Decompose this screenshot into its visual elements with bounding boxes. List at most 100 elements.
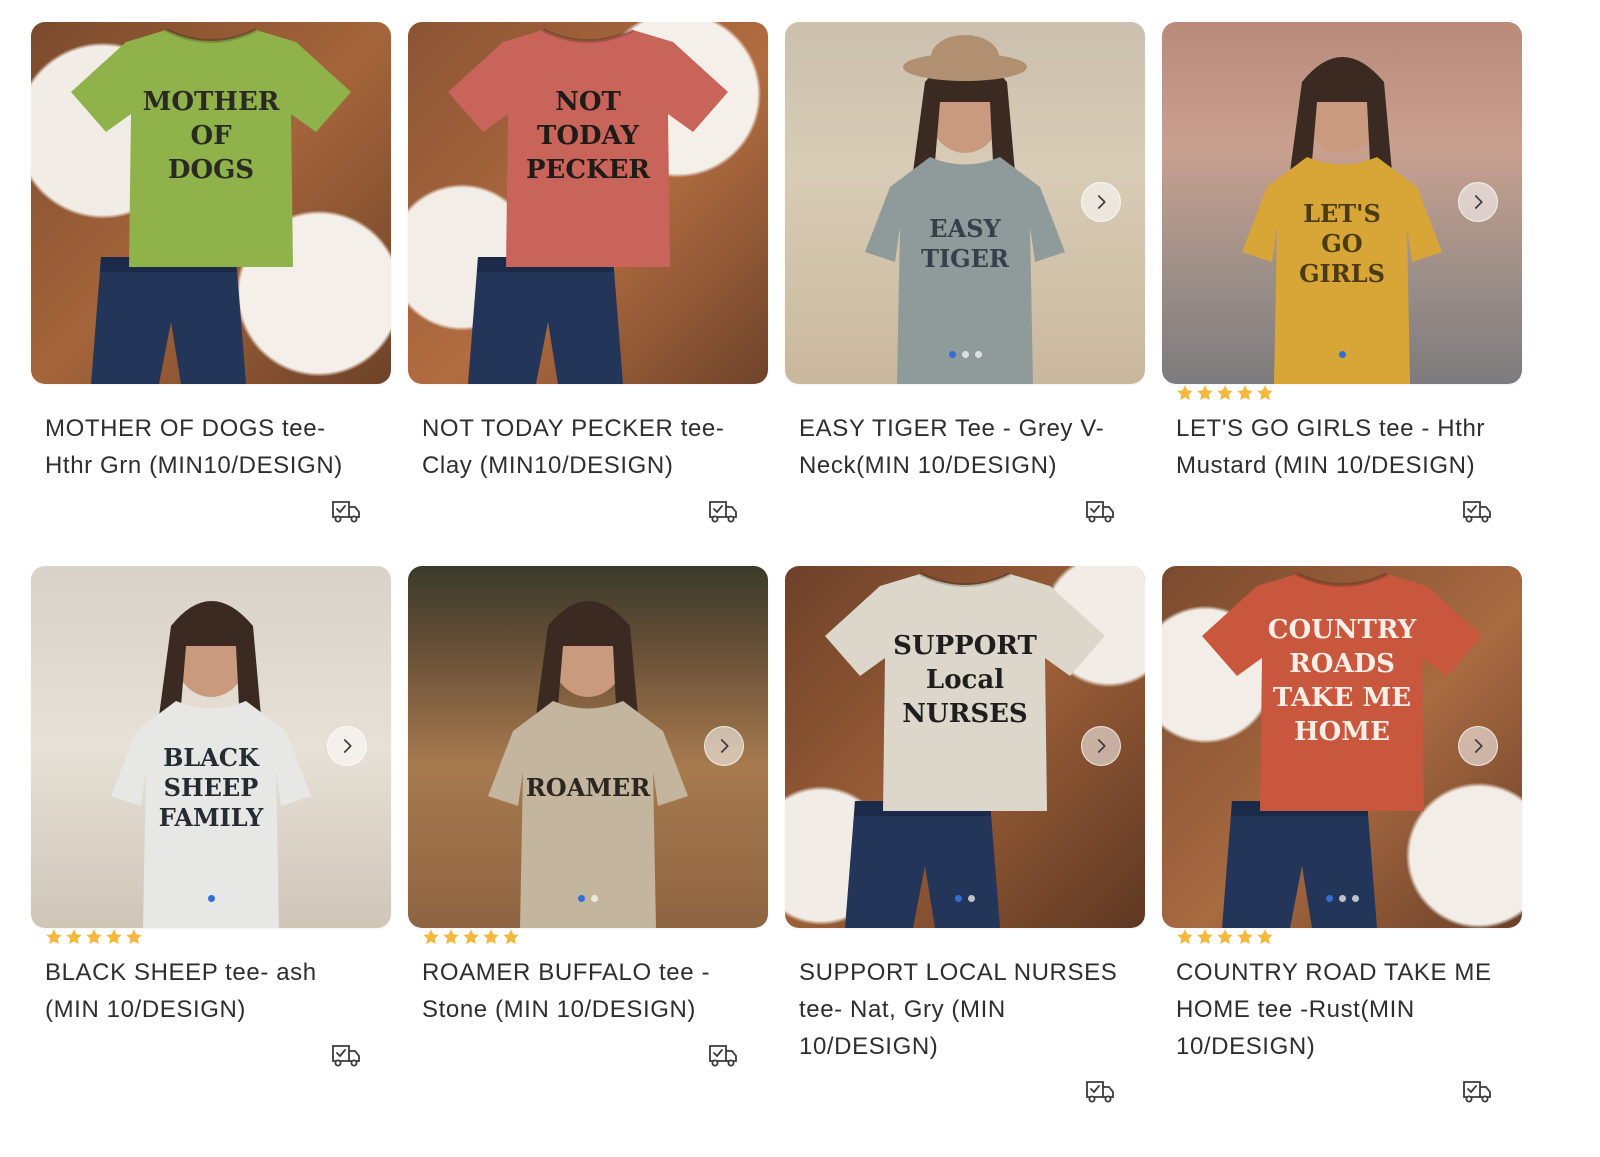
- star-icon: [105, 928, 123, 946]
- shirt-print-text: ROADS: [1289, 649, 1395, 679]
- star-icon: [1216, 928, 1234, 946]
- product-card[interactable]: LET'S GO GIRLS LET'S GO GIRLS tee - Hthr Mu…: [1162, 22, 1522, 523]
- carousel-dots: [31, 895, 391, 902]
- carousel-dot[interactable]: [1338, 351, 1346, 358]
- free-shipping-truck-icon[interactable]: [1085, 1078, 1115, 1104]
- carousel-dot[interactable]: [1351, 895, 1359, 902]
- shirt-print-text: OF: [190, 121, 232, 151]
- shirt-print-text: MOTHER: [143, 87, 280, 117]
- product-image[interactable]: COUNTRY ROADS TAKE ME HOME: [1162, 566, 1522, 928]
- carousel-dots: [408, 895, 768, 902]
- shirt-print-text: TIGER: [921, 244, 1010, 273]
- tshirt-graphic: NOT TODAY PECKER: [448, 28, 728, 384]
- product-image[interactable]: EASY TIGER: [785, 22, 1145, 384]
- next-image-button[interactable]: [704, 726, 744, 766]
- product-card[interactable]: NOT TODAY PECKER NOT TODAY PECKER tee- Clay…: [408, 22, 768, 523]
- carousel-dots: [1162, 351, 1522, 358]
- chevron-right-icon: [343, 739, 352, 753]
- star-icon: [125, 928, 143, 946]
- star-icon: [1256, 384, 1274, 402]
- star-icon: [1216, 384, 1234, 402]
- free-shipping-truck-icon[interactable]: [331, 498, 361, 524]
- product-title[interactable]: SUPPORT LOCAL NURSES tee- Nat, Gry (MIN …: [799, 954, 1129, 1065]
- carousel-dots: [785, 351, 1145, 358]
- free-shipping-truck-icon[interactable]: [708, 498, 738, 524]
- carousel-dot[interactable]: [207, 895, 215, 902]
- free-shipping-truck-icon[interactable]: [1462, 1078, 1492, 1104]
- product-card[interactable]: BLACK SHEEP FAMILY BLACK SHEEP tee- ash (MI…: [31, 566, 391, 1067]
- star-icon: [85, 928, 103, 946]
- star-icon: [502, 928, 520, 946]
- star-icon: [442, 928, 460, 946]
- chevron-right-icon: [1474, 195, 1483, 209]
- product-title[interactable]: EASY TIGER Tee - Grey V-Neck(MIN 10/DESI…: [799, 410, 1129, 484]
- star-icon: [1176, 384, 1194, 402]
- shirt-print-text: DOGS: [168, 155, 254, 185]
- chevron-right-icon: [1474, 739, 1483, 753]
- free-shipping-truck-icon[interactable]: [1085, 498, 1115, 524]
- carousel-dots: [785, 895, 1145, 902]
- star-rating: [1176, 928, 1274, 948]
- star-rating: [422, 928, 520, 948]
- carousel-dot[interactable]: [1325, 895, 1333, 902]
- next-image-button[interactable]: [1458, 182, 1498, 222]
- tshirt-graphic: MOTHER OF DOGS: [71, 28, 351, 384]
- shirt-print-text: SHEEP: [164, 773, 259, 802]
- product-image[interactable]: LET'S GO GIRLS: [1162, 22, 1522, 384]
- next-image-button[interactable]: [1081, 182, 1121, 222]
- product-image[interactable]: BLACK SHEEP FAMILY: [31, 566, 391, 928]
- chevron-right-icon: [720, 739, 729, 753]
- next-image-button[interactable]: [1081, 726, 1121, 766]
- product-title[interactable]: COUNTRY ROAD TAKE ME HOME tee -Rust(MIN …: [1176, 954, 1506, 1065]
- star-rating: [45, 928, 143, 948]
- free-shipping-truck-icon[interactable]: [708, 1042, 738, 1068]
- star-icon: [1196, 384, 1214, 402]
- carousel-dot[interactable]: [591, 895, 598, 902]
- product-title[interactable]: BLACK SHEEP tee- ash (MIN 10/DESIGN): [45, 954, 375, 1028]
- star-icon: [462, 928, 480, 946]
- product-title[interactable]: LET'S GO GIRLS tee - Hthr Mustard (MIN 1…: [1176, 410, 1506, 484]
- carousel-dot[interactable]: [578, 895, 585, 902]
- free-shipping-truck-icon[interactable]: [1462, 498, 1492, 524]
- shirt-print-text: HOME: [1294, 717, 1390, 747]
- star-icon: [1176, 928, 1194, 946]
- carousel-dot[interactable]: [955, 895, 962, 902]
- product-image[interactable]: ROAMER: [408, 566, 768, 928]
- star-icon: [45, 928, 63, 946]
- shirt-print-text: COUNTRY: [1268, 615, 1417, 645]
- product-card[interactable]: ROAMER ROAMER BUFFALO tee - Stone (MIN 10…: [408, 566, 768, 1067]
- shirt-print-text: GIRLS: [1299, 259, 1385, 288]
- shirt-print-text: NOT: [555, 87, 621, 117]
- shirt-print-text: LET'S: [1303, 199, 1381, 228]
- shirt-print-text: PECKER: [526, 155, 650, 185]
- star-icon: [1196, 928, 1214, 946]
- star-icon: [422, 928, 440, 946]
- chevron-right-icon: [1097, 739, 1106, 753]
- carousel-dot[interactable]: [968, 895, 975, 902]
- next-image-button[interactable]: [327, 726, 367, 766]
- product-image[interactable]: MOTHER OF DOGS: [31, 22, 391, 384]
- free-shipping-truck-icon[interactable]: [331, 1042, 361, 1068]
- carousel-dots: [1162, 895, 1522, 902]
- carousel-dot[interactable]: [1338, 895, 1346, 902]
- star-icon: [1236, 384, 1254, 402]
- star-icon: [1236, 928, 1254, 946]
- shirt-print-text: SUPPORT: [893, 631, 1037, 661]
- product-card[interactable]: MOTHER OF DOGS MOTHER OF DOGS tee- Hthr Grn…: [31, 22, 391, 523]
- product-title[interactable]: NOT TODAY PECKER tee- Clay (MIN10/DESIGN…: [422, 410, 752, 484]
- product-title[interactable]: ROAMER BUFFALO tee - Stone (MIN 10/DESIG…: [422, 954, 752, 1028]
- carousel-dot[interactable]: [948, 351, 956, 358]
- product-image[interactable]: NOT TODAY PECKER: [408, 22, 768, 384]
- shirt-print-text: BLACK: [163, 743, 260, 772]
- product-card[interactable]: COUNTRY ROADS TAKE ME HOME COUNTRY ROAD TAKE…: [1162, 566, 1522, 1103]
- star-icon: [1256, 928, 1274, 946]
- star-rating: [1176, 384, 1274, 404]
- product-card[interactable]: SUPPORT Local NURSES SUPPORT LOCAL NURSES t…: [785, 566, 1145, 1103]
- carousel-dot[interactable]: [961, 351, 969, 358]
- carousel-dot[interactable]: [974, 351, 982, 358]
- product-title[interactable]: MOTHER OF DOGS tee- Hthr Grn (MIN10/DESI…: [45, 410, 375, 484]
- product-card[interactable]: EASY TIGER EASY TIGER Tee - Grey V-Neck(MI…: [785, 22, 1145, 523]
- next-image-button[interactable]: [1458, 726, 1498, 766]
- shirt-print-text: TAKE ME: [1273, 683, 1411, 713]
- product-image[interactable]: SUPPORT Local NURSES: [785, 566, 1145, 928]
